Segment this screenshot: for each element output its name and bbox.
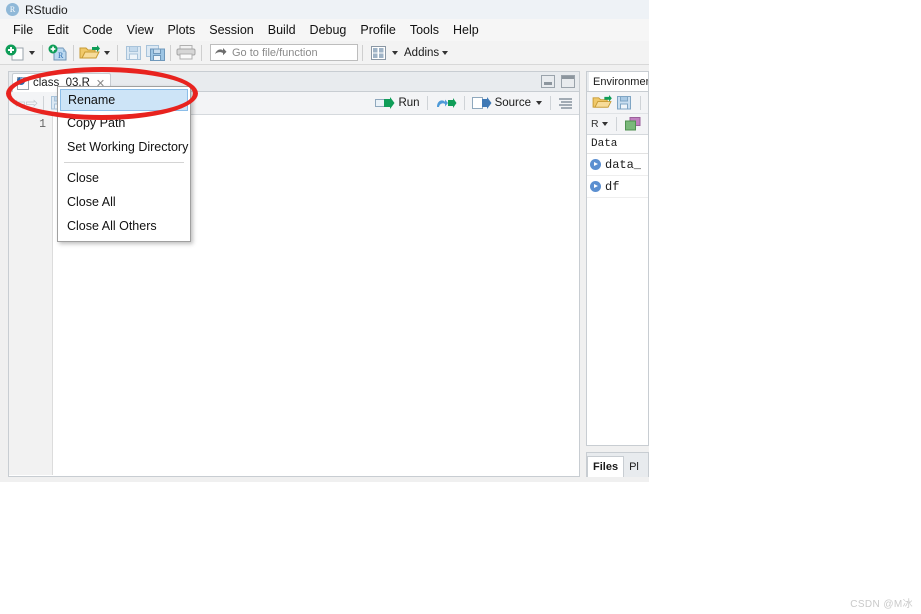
save-icon[interactable] [123, 43, 143, 63]
app-title: RStudio [25, 2, 68, 17]
editor-toolbar-separator [426, 96, 428, 110]
expand-icon[interactable] [590, 181, 601, 192]
context-menu-item-close-all[interactable]: Close All [58, 190, 190, 214]
source-icon [471, 97, 492, 109]
addins-button[interactable]: Addins [404, 47, 439, 59]
minimize-icon[interactable] [541, 75, 555, 88]
workspace-panes-icon[interactable] [368, 43, 388, 63]
panes-dropdown-caret[interactable] [392, 50, 398, 55]
editor-gutter: 1 [9, 115, 53, 475]
title-bar: R RStudio [0, 0, 649, 19]
line-number: 1 [39, 118, 46, 131]
grid-view-icon[interactable] [623, 114, 643, 134]
environment-toolbar-separator [615, 117, 617, 131]
context-menu-item-close-all-others[interactable]: Close All Others [58, 214, 190, 238]
print-icon[interactable] [176, 43, 196, 63]
search-placeholder: Go to file/function [232, 46, 318, 59]
menu-bar: File Edit Code View Plots Session Build … [0, 19, 649, 41]
run-button[interactable]: Run [375, 94, 420, 113]
menu-item-edit[interactable]: Edit [40, 21, 76, 39]
new-file-dropdown-caret[interactable] [29, 50, 35, 55]
environment-scope-label[interactable]: R [591, 118, 599, 130]
context-menu-separator [64, 162, 184, 163]
back-arrow-icon[interactable]: ⇦ [13, 96, 26, 111]
r-script-icon [17, 76, 29, 90]
rstudio-logo-icon: R [6, 3, 19, 16]
document-outline-icon[interactable] [558, 94, 573, 113]
save-all-icon[interactable] [145, 43, 165, 63]
editor-toolbar-separator [550, 96, 551, 110]
toolbar-separator [73, 44, 74, 61]
environment-toolbar-top [587, 92, 648, 114]
rstudio-window: R RStudio File Edit Code View Plots Sess… [0, 0, 649, 482]
files-pane: Files Pl [586, 452, 649, 477]
menu-item-build[interactable]: Build [261, 21, 303, 39]
environment-toolbar-scope: R [587, 114, 648, 135]
environment-tab-label: Environment [593, 75, 649, 88]
source-label: Source [494, 97, 531, 109]
menu-item-session[interactable]: Session [202, 21, 260, 39]
maximize-icon[interactable] [561, 75, 575, 88]
environment-variable-name: data_ [605, 157, 642, 172]
environment-row[interactable]: data_ [587, 154, 648, 176]
forward-arrow-icon[interactable]: ⇨ [26, 96, 39, 111]
environment-tab-strip: Environment [587, 72, 648, 92]
toolbar-separator [362, 44, 363, 61]
tab-environment[interactable]: Environment [589, 72, 649, 91]
editor-toolbar-separator [463, 96, 465, 110]
run-icon [375, 97, 395, 109]
environment-scope-caret[interactable] [601, 122, 608, 126]
environment-row[interactable]: df [587, 176, 648, 198]
load-workspace-icon[interactable] [592, 93, 612, 113]
environment-section-header: Data [587, 135, 648, 154]
search-input[interactable]: Go to file/function [210, 44, 358, 61]
watermark: CSDN @M冰 [850, 599, 913, 610]
menu-item-tools[interactable]: Tools [403, 21, 446, 39]
environment-variable-name: df [605, 179, 620, 194]
context-menu-item-set-working-directory[interactable]: Set Working Directory [58, 135, 190, 159]
environment-pane: Environment R Data data_ df [586, 71, 649, 446]
environment-toolbar-separator [640, 95, 641, 110]
environment-section-label: Data [591, 138, 618, 150]
screen-root: R RStudio File Edit Code View Plots Sess… [0, 0, 921, 614]
menu-item-profile[interactable]: Profile [353, 21, 402, 39]
new-file-icon[interactable] [5, 43, 25, 63]
menu-item-plots[interactable]: Plots [160, 21, 202, 39]
menu-item-debug[interactable]: Debug [303, 21, 354, 39]
menu-item-view[interactable]: View [120, 21, 161, 39]
menu-item-help[interactable]: Help [446, 21, 486, 39]
addins-dropdown-caret[interactable] [442, 50, 449, 55]
menu-item-code[interactable]: Code [76, 21, 120, 39]
toolbar-separator [117, 44, 118, 61]
context-menu-item-copy-path[interactable]: Copy Path [58, 111, 190, 135]
context-menu-item-rename[interactable]: Rename [60, 89, 188, 111]
open-folder-dropdown-caret[interactable] [104, 50, 110, 55]
forward-arrow-icon [215, 48, 227, 56]
toolbar-separator [42, 44, 43, 61]
source-dropdown-caret[interactable] [536, 101, 542, 105]
toolbar-separator [201, 44, 202, 61]
expand-icon[interactable] [590, 159, 601, 170]
main-toolbar: R Go to file/function Addins [0, 41, 649, 65]
tab-plots[interactable]: Pl [624, 456, 644, 477]
run-label: Run [398, 97, 420, 109]
context-menu-item-close[interactable]: Close [58, 166, 190, 190]
save-workspace-icon[interactable] [614, 93, 634, 113]
tab-files[interactable]: Files [587, 456, 625, 477]
menu-item-file[interactable]: File [6, 21, 40, 39]
rerun-icon[interactable] [435, 94, 457, 113]
svg-text:R: R [58, 51, 64, 60]
open-folder-icon[interactable] [79, 43, 100, 63]
editor-toolbar-separator [43, 96, 45, 110]
source-button[interactable]: Source [471, 94, 531, 113]
toolbar-separator [170, 44, 171, 61]
tab-context-menu: Rename Copy Path Set Working Directory C… [57, 86, 191, 242]
new-project-icon[interactable]: R [48, 43, 68, 63]
